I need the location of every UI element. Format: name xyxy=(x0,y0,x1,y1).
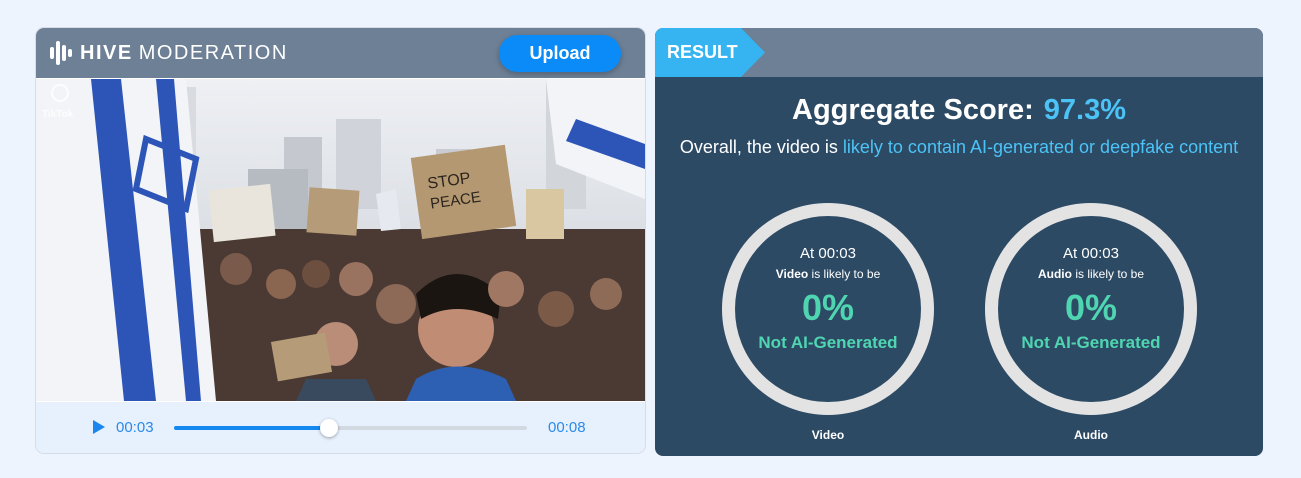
seek-bar-fill xyxy=(174,426,330,430)
video-gauge: At 00:03 Video is likely to be 0% Not AI… xyxy=(722,203,934,415)
aggregate-score: Aggregate Score: 97.3% xyxy=(655,94,1263,127)
seek-handle[interactable] xyxy=(320,419,339,437)
video-frame-image: STOP PEACE TikTok xyxy=(36,79,645,401)
aggregate-label: Aggregate Score: xyxy=(792,94,1034,126)
overall-highlight: likely to contain AI-generated or deepfa… xyxy=(842,137,1239,157)
audio-gauge-timestamp: At 00:03 xyxy=(1063,245,1119,262)
audio-gauge: At 00:03 Audio is likely to be 0% Not AI… xyxy=(985,203,1197,415)
brand-name: HIVE MODERATION xyxy=(80,41,288,64)
upload-panel: HIVE MODERATION Upload STOP PEACE TikTok… xyxy=(36,28,645,453)
audio-gauge-caption: Audio xyxy=(1074,428,1108,442)
result-panel: RESULT Aggregate Score: 97.3% Overall, th… xyxy=(655,28,1263,456)
video-gauge-percent: 0% xyxy=(801,287,855,328)
video-gauge-timestamp: At 00:03 xyxy=(800,245,856,262)
current-time: 00:03 xyxy=(116,419,154,436)
play-icon[interactable] xyxy=(92,419,106,435)
video-gauge-verdict: Not AI-Generated xyxy=(758,333,898,352)
audio-gauge-likely: Audio is likely to be xyxy=(1037,267,1145,281)
video-gauge-caption: Video xyxy=(811,428,845,442)
result-header: RESULT xyxy=(655,28,1263,77)
tiktok-watermark: TikTok xyxy=(42,109,74,120)
overall-verdict: Overall, the video is likely to contain … xyxy=(675,134,1243,161)
video-preview[interactable]: STOP PEACE TikTok xyxy=(36,79,645,401)
hive-logo-icon xyxy=(50,41,72,65)
audio-gauge-percent: 0% xyxy=(1064,287,1118,328)
player-controls: 00:03 00:08 xyxy=(36,402,645,453)
aggregate-value: 97.3% xyxy=(1043,94,1126,126)
video-gauge-likely: Video is likely to be xyxy=(775,267,881,281)
upload-button[interactable]: Upload xyxy=(499,35,621,72)
brand-header: HIVE MODERATION Upload xyxy=(36,28,645,78)
seek-bar[interactable] xyxy=(174,419,527,437)
result-tab-label: RESULT xyxy=(667,42,738,62)
audio-gauge-verdict: Not AI-Generated xyxy=(1021,333,1161,352)
overall-prefix: Overall, the video is xyxy=(679,137,843,157)
total-time: 00:08 xyxy=(548,419,586,436)
